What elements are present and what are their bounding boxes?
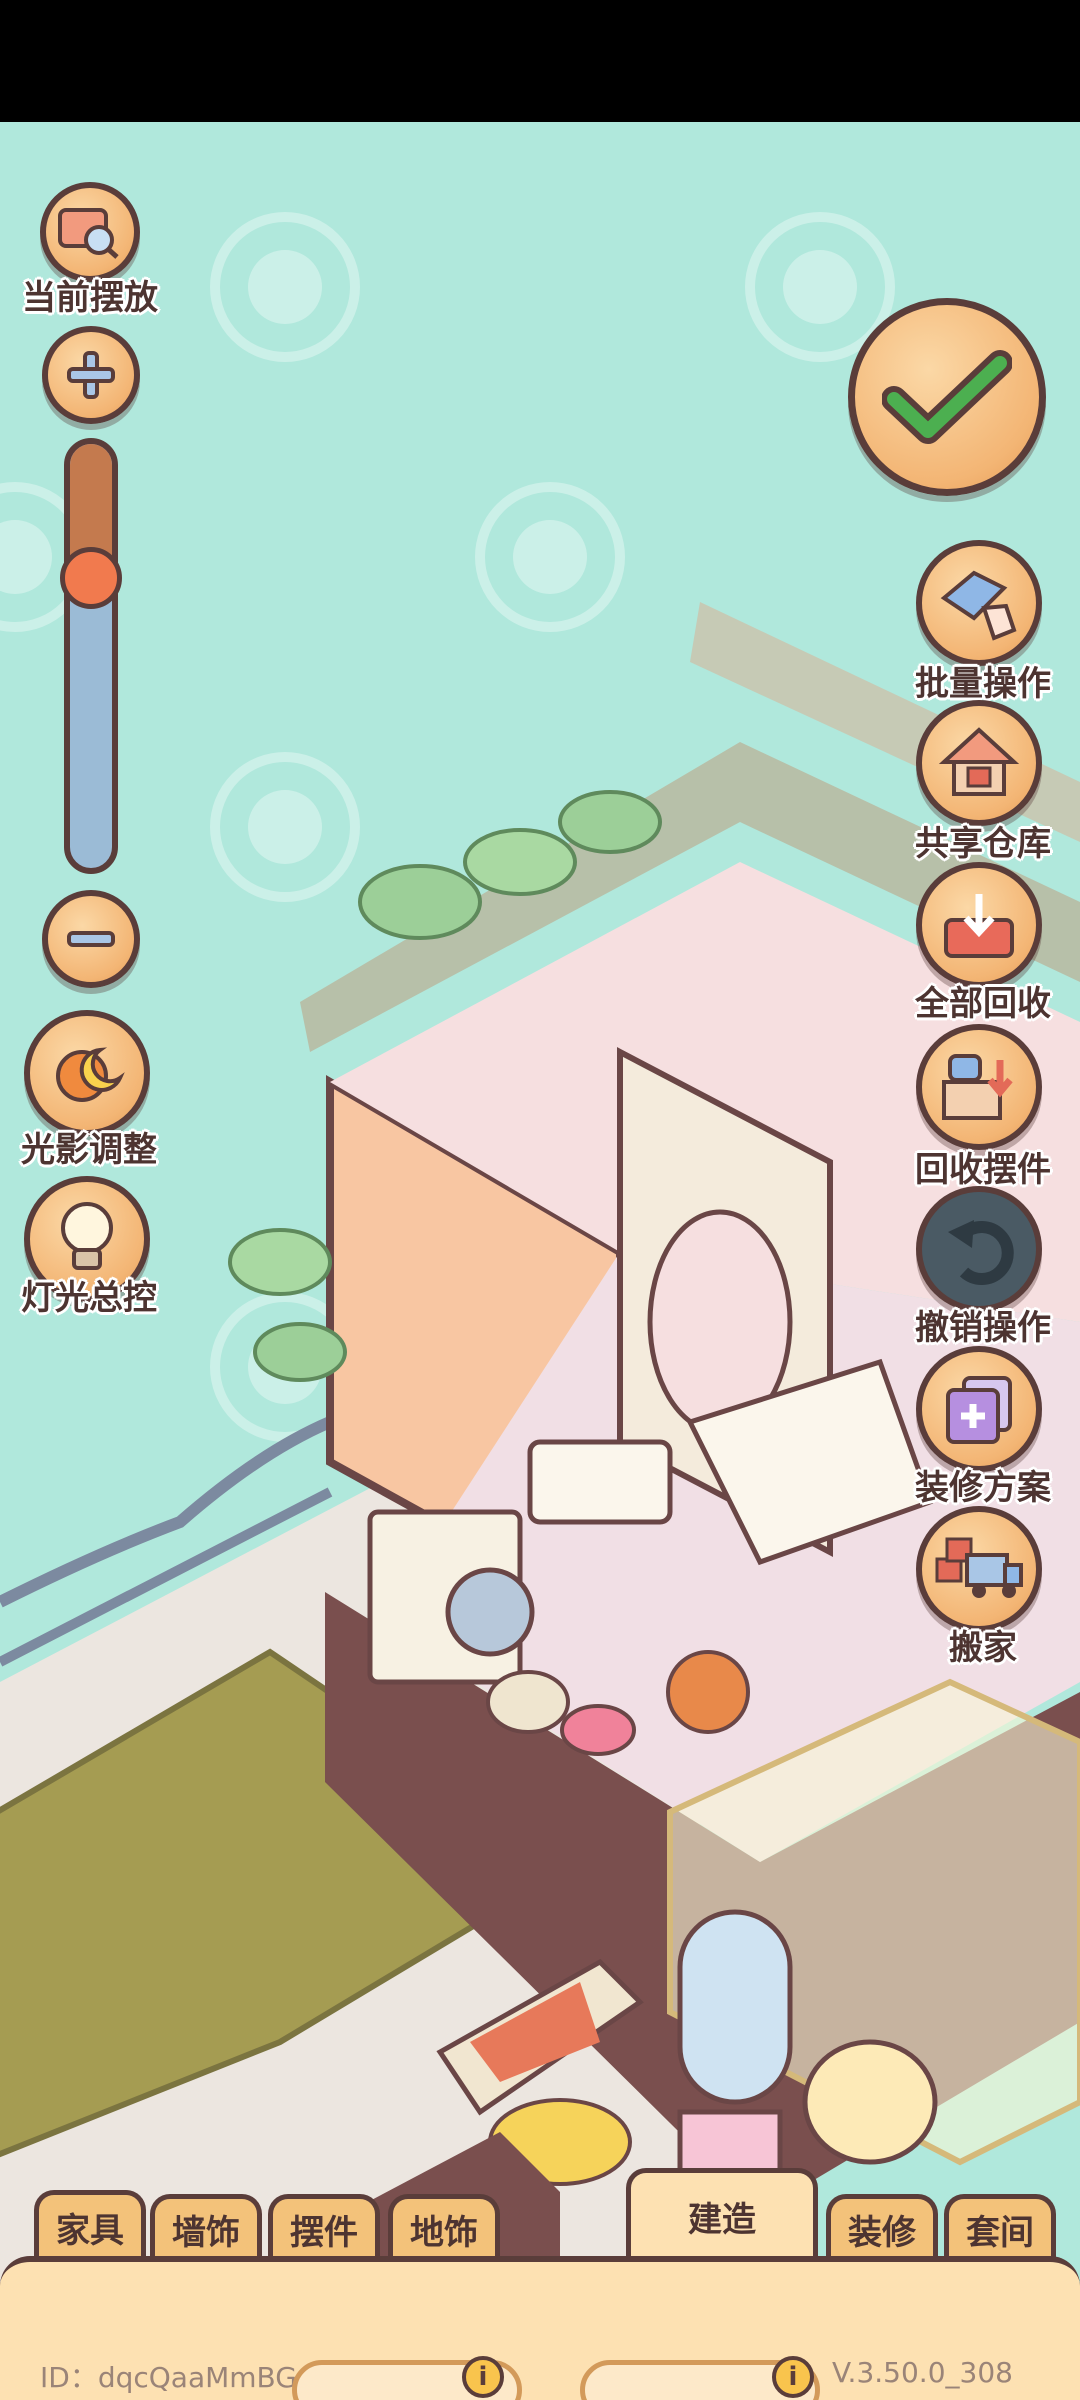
search-icon — [58, 208, 119, 259]
house-storage-icon — [938, 727, 1020, 796]
zoom-slider[interactable] — [64, 438, 118, 874]
move-house-button[interactable] — [916, 1506, 1042, 1632]
basket — [486, 1670, 570, 1734]
shared-storage-label: 共享仓库 — [915, 824, 1051, 864]
undo-icon — [948, 1220, 1014, 1285]
checkmark-icon — [882, 350, 1012, 444]
sun-moon-icon — [56, 1047, 125, 1102]
shared-storage-button[interactable] — [916, 700, 1042, 826]
light-control-label: 灯光总控 — [21, 1278, 157, 1318]
recycle-tray-icon — [944, 894, 1014, 958]
player-id: ID：dqcQaaMmBGaE — [40, 2361, 332, 2394]
light-shadow-label: 光影调整 — [21, 1130, 157, 1170]
confirm-button[interactable] — [848, 298, 1046, 496]
sink — [527, 1439, 673, 1525]
zoom-slider-thumb[interactable] — [60, 546, 122, 609]
box-down-icon — [942, 1054, 1013, 1120]
tab-suite[interactable]: 套间 — [944, 2194, 1056, 2260]
tab-furniture[interactable]: 家具 — [34, 2190, 146, 2260]
tab-build[interactable]: 建造 — [626, 2168, 818, 2260]
potted-plant — [666, 1650, 750, 1734]
pink-stool — [560, 1704, 636, 1756]
tab-ornaments[interactable]: 摆件 — [268, 2194, 380, 2260]
recycle-all-button[interactable] — [916, 862, 1042, 988]
undo-label: 撤销操作 — [915, 1308, 1051, 1348]
move-house-label: 搬家 — [949, 1628, 1017, 1668]
tab-renovate[interactable]: 装修 — [826, 2194, 938, 2260]
bunny-chair — [802, 2039, 938, 2165]
hand-tap-icon — [940, 570, 1017, 641]
batch-operation-label: 批量操作 — [915, 664, 1051, 704]
recycle-all-label: 全部回收 — [915, 984, 1051, 1024]
tab-floor-decor[interactable]: 地饰 — [388, 2194, 500, 2260]
version-label: V.3.50.0_308 — [832, 2356, 1013, 2389]
recycle-placed-label: 回收摆件 — [915, 1150, 1051, 1190]
light-shadow-button[interactable] — [24, 1010, 150, 1136]
minus-icon — [67, 931, 115, 947]
mirror — [677, 1909, 793, 2105]
recycle-placed-button[interactable] — [916, 1024, 1042, 1150]
undo-button[interactable] — [916, 1186, 1042, 1312]
current-placement-button[interactable] — [40, 182, 140, 282]
plan-cards-icon — [946, 1376, 1012, 1444]
current-placement-label: 当前摆放 — [22, 278, 158, 318]
info-icon[interactable]: i — [772, 2356, 814, 2398]
status-bar — [0, 0, 1080, 122]
info-icon[interactable]: i — [462, 2356, 504, 2398]
moving-truck-icon — [935, 1537, 1023, 1598]
tab-wall-decor[interactable]: 墙饰 — [150, 2194, 262, 2260]
decor-plan-button[interactable] — [916, 1346, 1042, 1472]
zoom-out-button[interactable] — [42, 890, 140, 988]
plus-icon — [67, 351, 115, 399]
batch-operation-button[interactable] — [916, 540, 1042, 666]
decor-plan-label: 装修方案 — [915, 1468, 1051, 1508]
zoom-in-button[interactable] — [42, 326, 140, 424]
